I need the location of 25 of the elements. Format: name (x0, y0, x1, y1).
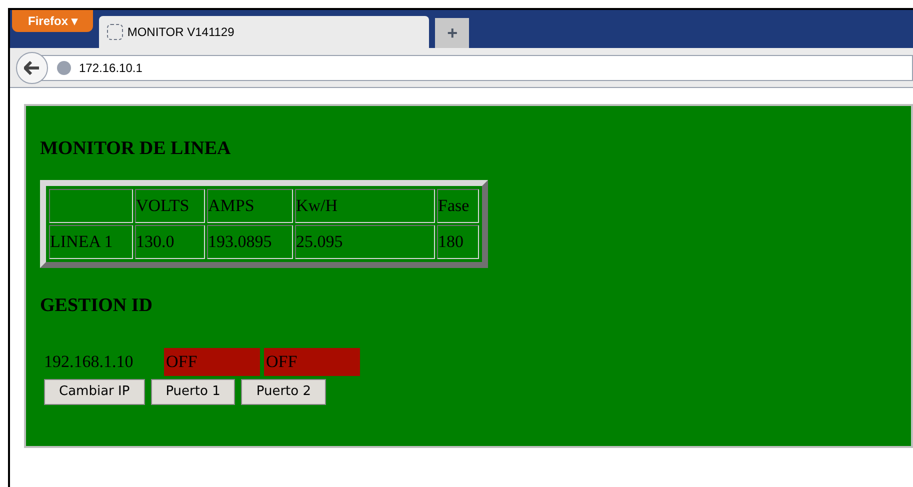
column-header: Kw/H (295, 189, 435, 223)
table-cell: LINEA 1 (49, 225, 133, 259)
address-field[interactable]: 172.16.10.1 (40, 54, 913, 80)
column-header: VOLTS (135, 189, 205, 223)
column-header: AMPS (207, 189, 293, 223)
table-cell: 130.0 (135, 225, 205, 259)
page-heading: MONITOR DE LINEA (40, 137, 232, 161)
table-cell: 180 (437, 225, 479, 259)
browser-tab[interactable]: MONITOR V141129 (99, 16, 430, 48)
page-icon (107, 24, 124, 40)
table-cell: 193.0895 (207, 225, 293, 259)
column-header: Fase (437, 189, 479, 223)
section-heading: GESTION ID (40, 294, 154, 318)
back-arrow-icon (24, 60, 40, 74)
port-status: OFF (164, 348, 260, 376)
ip-address: 192.168.1.10 (43, 350, 134, 373)
globe-icon (57, 60, 71, 74)
action-button[interactable]: Puerto 2 (241, 378, 326, 404)
back-button[interactable] (16, 52, 48, 84)
port-status: OFF (264, 348, 360, 376)
tab-title: MONITOR V141129 (127, 24, 234, 41)
new-tab-button[interactable]: + (435, 18, 470, 48)
action-button[interactable]: Cambiar IP (44, 378, 145, 404)
table-cell: 25.095 (295, 225, 435, 259)
action-button[interactable]: Puerto 1 (150, 378, 236, 404)
